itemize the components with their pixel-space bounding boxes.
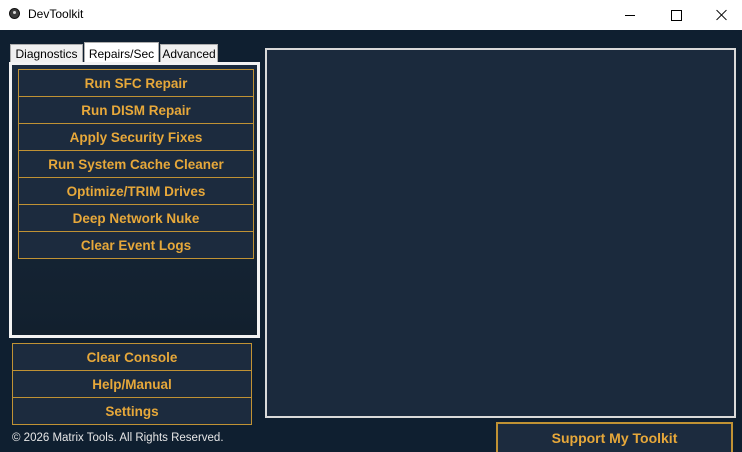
bottom-button-group: Clear Console Help/Manual Settings bbox=[12, 343, 252, 425]
run-dism-repair-button[interactable]: Run DISM Repair bbox=[18, 96, 254, 124]
repair-action-list: Run SFC Repair Run DISM Repair Apply Sec… bbox=[18, 69, 254, 259]
support-my-toolkit-button[interactable]: Support My Toolkit bbox=[496, 422, 733, 452]
minimize-icon bbox=[625, 14, 635, 16]
copyright-text: © 2026 Matrix Tools. All Rights Reserved… bbox=[12, 432, 224, 444]
window-title: DevToolkit bbox=[28, 7, 84, 21]
close-icon bbox=[716, 9, 728, 21]
optimize-trim-drives-button[interactable]: Optimize/TRIM Drives bbox=[18, 177, 254, 205]
clear-console-button[interactable]: Clear Console bbox=[12, 343, 252, 371]
repairs-tab-panel: Run SFC Repair Run DISM Repair Apply Sec… bbox=[9, 62, 260, 338]
run-sfc-repair-button[interactable]: Run SFC Repair bbox=[18, 69, 254, 97]
deep-network-nuke-button[interactable]: Deep Network Nuke bbox=[18, 204, 254, 232]
title-bar: DevToolkit bbox=[0, 0, 742, 30]
console-output[interactable] bbox=[265, 48, 736, 418]
maximize-icon bbox=[670, 9, 682, 21]
minimize-button[interactable] bbox=[607, 0, 653, 30]
app-icon bbox=[9, 8, 20, 19]
tab-advanced[interactable]: Advanced bbox=[160, 44, 218, 63]
apply-security-fixes-button[interactable]: Apply Security Fixes bbox=[18, 123, 254, 151]
close-button[interactable] bbox=[699, 0, 742, 30]
tab-diagnostics[interactable]: Diagnostics bbox=[10, 44, 83, 63]
clear-event-logs-button[interactable]: Clear Event Logs bbox=[18, 231, 254, 259]
help-manual-button[interactable]: Help/Manual bbox=[12, 370, 252, 398]
run-system-cache-cleaner-button[interactable]: Run System Cache Cleaner bbox=[18, 150, 254, 178]
tab-repairs-sec[interactable]: Repairs/Sec bbox=[84, 42, 159, 64]
settings-button[interactable]: Settings bbox=[12, 397, 252, 425]
maximize-button[interactable] bbox=[653, 0, 699, 30]
